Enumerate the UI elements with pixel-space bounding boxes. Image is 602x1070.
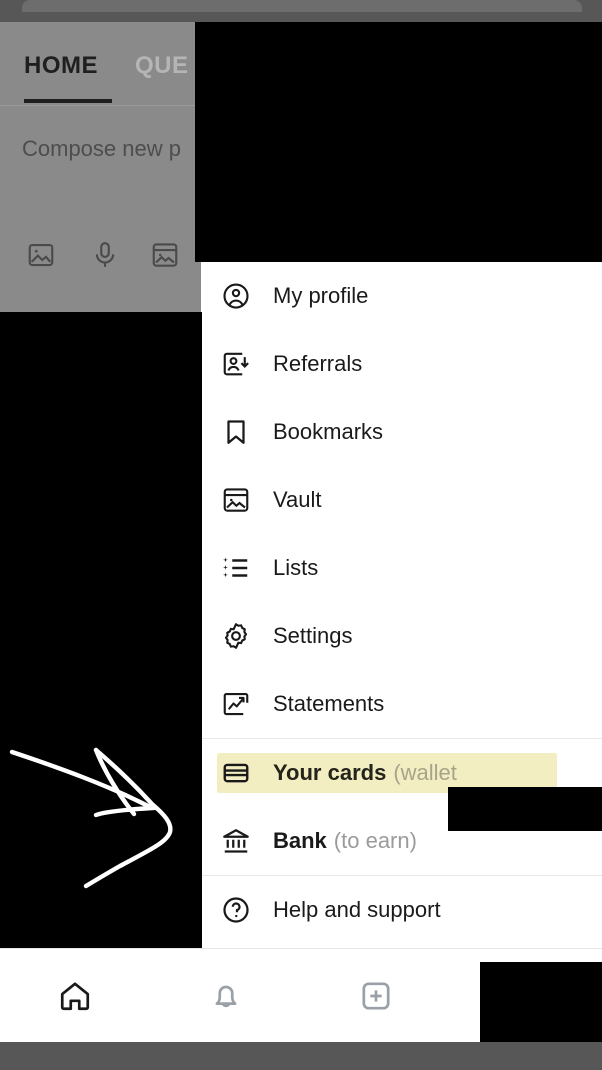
menu-item-label: Lists bbox=[273, 555, 319, 580]
question-circle-icon bbox=[221, 895, 251, 925]
menu-item-label: My profile bbox=[273, 283, 369, 308]
vault-image-icon[interactable] bbox=[150, 240, 180, 270]
tab-questions[interactable]: QUE bbox=[135, 52, 189, 80]
menu-item-referrals[interactable]: Referrals bbox=[201, 330, 602, 398]
tab-home-active-underline bbox=[24, 99, 112, 103]
microphone-icon[interactable] bbox=[90, 240, 120, 270]
menu-item-label: Vault bbox=[273, 487, 322, 512]
menu-item-label: Referrals bbox=[273, 351, 363, 376]
bookmark-icon bbox=[221, 417, 251, 447]
menu-item-lists[interactable]: Lists bbox=[201, 534, 602, 602]
menu-item-bookmarks[interactable]: Bookmarks bbox=[201, 398, 602, 466]
nav-home-button[interactable] bbox=[0, 949, 151, 1043]
browser-tab[interactable] bbox=[22, 0, 582, 12]
nav-create-button[interactable] bbox=[301, 949, 452, 1043]
redaction-box-your-cards bbox=[448, 787, 602, 831]
menu-item-label: Settings bbox=[273, 623, 353, 648]
vault-image-icon bbox=[221, 485, 251, 515]
menu-item-label: Bank bbox=[273, 828, 327, 853]
redaction-box-top bbox=[195, 22, 602, 262]
menu-item-settings[interactable]: Settings bbox=[201, 602, 602, 670]
image-icon[interactable] bbox=[26, 240, 56, 270]
star-list-icon bbox=[221, 553, 251, 583]
bank-icon bbox=[221, 826, 251, 856]
compose-placeholder[interactable]: Compose new p bbox=[22, 136, 181, 162]
user-add-icon bbox=[221, 349, 251, 379]
menu-item-help-and-support[interactable]: Help and support bbox=[201, 876, 602, 944]
credit-card-icon bbox=[221, 758, 251, 788]
gear-icon bbox=[221, 621, 251, 651]
nav-notifications-button[interactable] bbox=[151, 949, 302, 1043]
account-menu-panel: My profile Referrals Bookmarks Vault Lis… bbox=[201, 262, 602, 948]
menu-item-sublabel: (to earn) bbox=[333, 828, 417, 853]
browser-chrome-top bbox=[0, 0, 602, 22]
menu-item-sublabel: (wallet bbox=[393, 760, 457, 785]
redaction-box-bottom-right bbox=[480, 962, 602, 1050]
tab-home[interactable]: HOME bbox=[24, 52, 98, 80]
menu-item-statements[interactable]: Statements bbox=[201, 670, 602, 738]
chart-arrow-icon bbox=[221, 689, 251, 719]
menu-item-label: Your cards bbox=[273, 760, 387, 785]
browser-chrome-bottom bbox=[0, 1042, 602, 1070]
menu-item-label: Bookmarks bbox=[273, 419, 384, 444]
menu-item-label: Help and support bbox=[273, 897, 441, 922]
menu-item-vault[interactable]: Vault bbox=[201, 466, 602, 534]
user-circle-icon bbox=[221, 281, 251, 311]
menu-item-my-profile[interactable]: My profile bbox=[201, 262, 602, 330]
menu-item-label: Statements bbox=[273, 691, 385, 716]
screen: HOME QUE Compose new p My profile Referr… bbox=[0, 0, 602, 1070]
redaction-box-left bbox=[0, 312, 202, 949]
